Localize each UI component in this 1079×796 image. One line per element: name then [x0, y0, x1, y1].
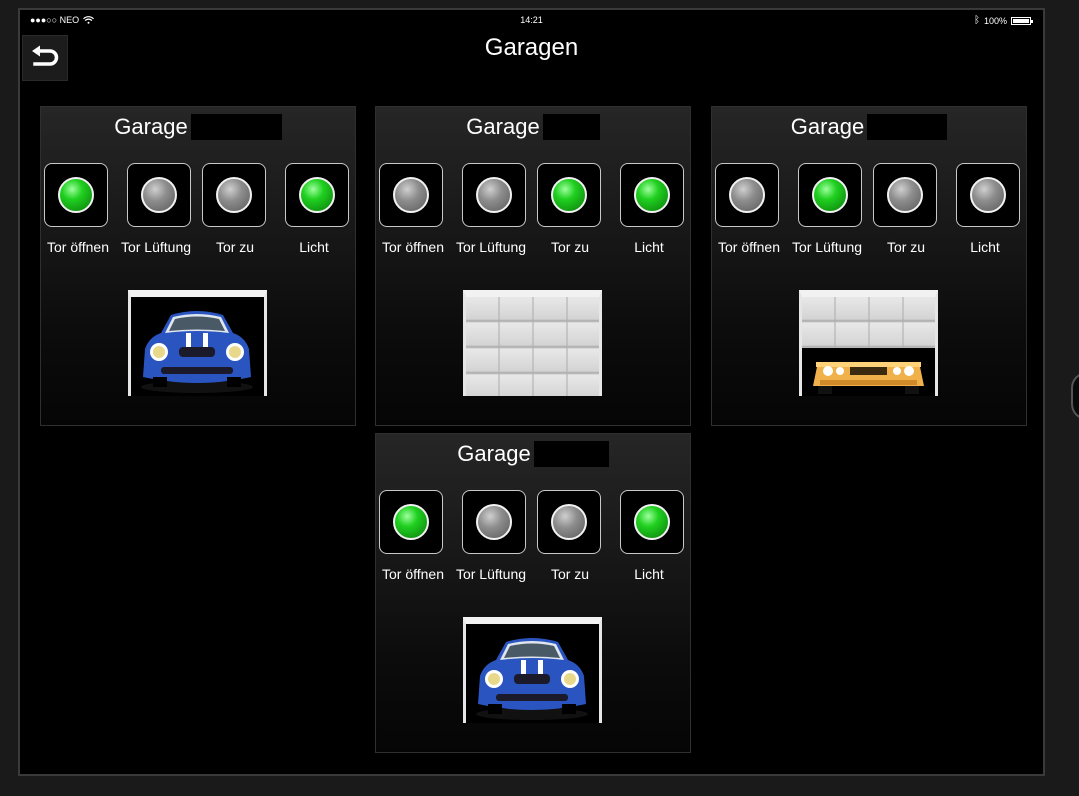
tor-zu-button[interactable] [873, 163, 937, 227]
status-lamp-icon [551, 504, 587, 540]
tor-lueftung-label: Tor Lüftung [791, 239, 863, 255]
status-lamp-icon [141, 177, 177, 213]
tor-oeffnen-label: Tor öffnen [381, 566, 444, 582]
status-lamp-icon [551, 177, 587, 213]
tor-lueftung-button[interactable] [462, 490, 526, 554]
tor-lueftung-button[interactable] [462, 163, 526, 227]
bluetooth-icon: ᛒ [973, 15, 980, 26]
tor-zu-button[interactable] [537, 490, 601, 554]
licht-button[interactable] [285, 163, 349, 227]
tor-zu-button[interactable] [202, 163, 266, 227]
status-lamp-icon [299, 177, 335, 213]
tor-oeffnen-label: Tor öffnen [46, 239, 109, 255]
redacted-name [867, 114, 948, 140]
tor-zu-label: Tor zu [550, 239, 590, 255]
licht-label: Licht [634, 566, 664, 582]
status-lamp-icon [476, 504, 512, 540]
tor-oeffnen-button[interactable] [379, 163, 443, 227]
tor-oeffnen-button[interactable] [379, 490, 443, 554]
status-lamp-icon [216, 177, 252, 213]
garage-panel: Garage Tor öffnen Tor Lüftung Tor zu Lic… [711, 106, 1027, 426]
car-icon [813, 362, 924, 394]
tor-lueftung-label: Tor Lüftung [455, 239, 527, 255]
garage-name: Garage [457, 441, 531, 466]
tor-lueftung-button[interactable] [798, 163, 862, 227]
battery-percent: 100% [983, 15, 1007, 26]
garage-name: Garage [466, 114, 540, 139]
licht-button[interactable] [956, 163, 1020, 227]
car-icon [476, 638, 588, 720]
garage-title: Garage [712, 113, 1026, 141]
tor-zu-label: Tor zu [550, 566, 590, 582]
tor-lueftung-label: Tor Lüftung [120, 239, 192, 255]
garage-door-panels [466, 297, 599, 396]
garage-panel: Garage Tor öffnen Tor Lüftung Tor zu Lic… [375, 433, 691, 753]
tor-lueftung-button[interactable] [127, 163, 191, 227]
tor-oeffnen-label: Tor öffnen [381, 239, 444, 255]
battery-icon [1011, 16, 1033, 25]
garage-door-icon[interactable] [463, 617, 602, 723]
redacted-name [542, 114, 600, 140]
status-lamp-icon [58, 177, 94, 213]
status-lamp-icon [476, 177, 512, 213]
garage-door-panels [802, 297, 935, 349]
garage-name: Garage [114, 114, 188, 139]
garage-title: Garage [376, 113, 690, 141]
garage-panel: Garage Tor öffnen Tor Lüftung Tor zu Lic… [375, 106, 691, 426]
licht-label: Licht [970, 239, 1000, 255]
battery-fill [1013, 18, 1029, 23]
licht-label: Licht [634, 239, 664, 255]
licht-button[interactable] [620, 490, 684, 554]
garage-title: Garage [376, 440, 690, 468]
status-lamp-icon [393, 504, 429, 540]
status-lamp-icon [634, 177, 670, 213]
garage-door-icon[interactable] [799, 290, 938, 396]
tor-oeffnen-button[interactable] [44, 163, 108, 227]
tablet-screen: ●●●○○ NEO 14:21 ᛒ 100% Garagen Garage To… [18, 8, 1045, 776]
car-icon [141, 311, 253, 393]
status-lamp-icon [970, 177, 1006, 213]
garage-title: Garage [41, 113, 355, 141]
garage-door-icon[interactable] [128, 290, 267, 396]
garage-door-icon[interactable] [463, 290, 602, 396]
tor-lueftung-label: Tor Lüftung [455, 566, 527, 582]
page-title: Garagen [484, 34, 579, 61]
redacted-name [190, 114, 282, 140]
status-lamp-icon [729, 177, 765, 213]
garage-panel: Garage Tor öffnen Tor Lüftung Tor zu Lic… [40, 106, 356, 426]
clock: 14:21 [520, 15, 543, 25]
tor-oeffnen-label: Tor öffnen [717, 239, 780, 255]
status-right: ᛒ 100% [973, 15, 1033, 26]
tor-zu-button[interactable] [537, 163, 601, 227]
tor-zu-label: Tor zu [215, 239, 255, 255]
tor-zu-label: Tor zu [886, 239, 926, 255]
status-bar: ●●●○○ NEO 14:21 ᛒ 100% [20, 10, 1043, 30]
status-lamp-icon [887, 177, 923, 213]
licht-label: Licht [299, 239, 329, 255]
status-lamp-icon [812, 177, 848, 213]
redacted-name [533, 441, 609, 467]
status-lamp-icon [393, 177, 429, 213]
tor-oeffnen-button[interactable] [715, 163, 779, 227]
device-side-button [1071, 372, 1079, 420]
garage-name: Garage [790, 114, 865, 139]
licht-button[interactable] [620, 163, 684, 227]
status-lamp-icon [634, 504, 670, 540]
